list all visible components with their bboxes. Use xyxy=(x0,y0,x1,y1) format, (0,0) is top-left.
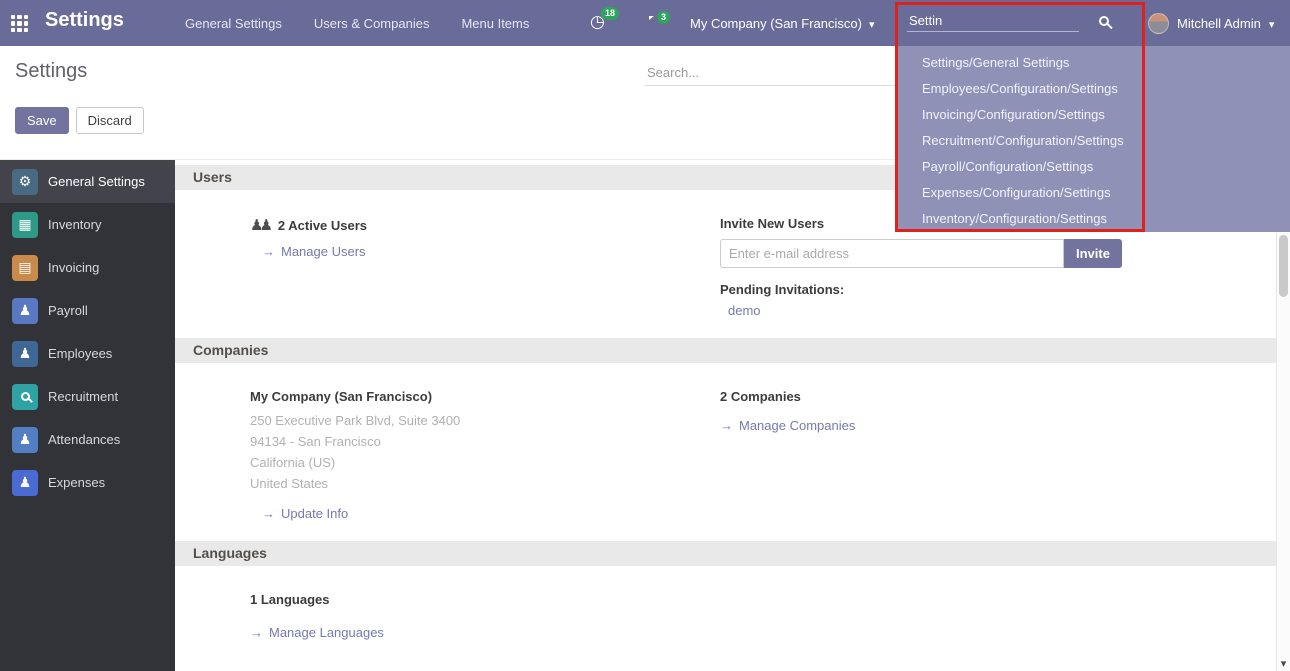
section-header-companies: Companies xyxy=(175,338,1276,363)
magnifier-person-icon xyxy=(12,384,38,410)
invite-email-input[interactable] xyxy=(720,239,1064,268)
sidebar-item-general-settings[interactable]: ⚙ General Settings xyxy=(0,160,175,203)
invoice-document-icon: ▤ xyxy=(12,255,38,281)
menu-search-input[interactable] xyxy=(907,10,1079,32)
address-line: United States xyxy=(250,473,720,494)
menu-search-result[interactable]: Settings/General Settings xyxy=(895,50,1290,76)
sidebar-item-recruitment[interactable]: Recruitment xyxy=(0,375,175,418)
menu-search-box xyxy=(895,0,1145,46)
update-info-link[interactable]: Update Info xyxy=(262,506,348,521)
sidebar-item-label: Recruitment xyxy=(48,389,118,404)
sidebar-item-label: Attendances xyxy=(48,432,120,447)
activities-badge: 18 xyxy=(601,7,619,20)
top-navbar: Settings General Settings Users & Compan… xyxy=(0,0,1290,46)
companies-left-column: My Company (San Francisco) 250 Executive… xyxy=(250,389,720,521)
sidebar-item-label: Employees xyxy=(48,346,112,361)
menu-menu-items[interactable]: Menu Items xyxy=(461,16,529,31)
menu-general-settings[interactable]: General Settings xyxy=(185,16,282,31)
chevron-down-icon xyxy=(1269,16,1275,31)
address-line: 250 Executive Park Blvd, Suite 3400 xyxy=(250,410,720,431)
user-menu[interactable]: Mitchell Admin xyxy=(1148,0,1274,46)
menu-search-result[interactable]: Inventory/Configuration/Settings xyxy=(895,206,1290,232)
boxes-icon: ▦ xyxy=(12,212,38,238)
section-languages: 1 Languages Manage Languages xyxy=(175,592,1276,640)
arrow-right-icon xyxy=(250,625,263,640)
languages-count: 1 Languages xyxy=(250,592,720,607)
sidebar-item-invoicing[interactable]: ▤ Invoicing xyxy=(0,246,175,289)
scrollbar-down-arrow[interactable] xyxy=(1277,655,1290,670)
activities-button[interactable]: 18 xyxy=(590,12,605,32)
manage-languages-link[interactable]: Manage Languages xyxy=(250,625,384,640)
breadcrumb: Settings xyxy=(15,60,87,83)
active-users-count: 2 Active Users xyxy=(278,218,367,233)
arrow-right-icon xyxy=(720,418,733,433)
users-left-column: 2 Active Users Manage Users xyxy=(250,216,720,318)
manage-companies-link[interactable]: Manage Companies xyxy=(720,418,855,433)
sidebar-item-payroll[interactable]: ♟ Payroll xyxy=(0,289,175,332)
avatar xyxy=(1148,13,1169,34)
app-title[interactable]: Settings xyxy=(45,9,124,32)
sidebar-item-employees[interactable]: ♟ Employees xyxy=(0,332,175,375)
company-address: 250 Executive Park Blvd, Suite 3400 9413… xyxy=(250,410,720,494)
action-buttons: Save Discard xyxy=(15,107,144,134)
chevron-down-icon xyxy=(869,16,875,31)
expense-person-icon: ♟ xyxy=(12,470,38,496)
invite-form: Invite xyxy=(720,239,1276,268)
menu-search-result[interactable]: Payroll/Configuration/Settings xyxy=(895,154,1290,180)
companies-count: 2 Companies xyxy=(720,389,1276,404)
company-switcher[interactable]: My Company (San Francisco) xyxy=(690,0,874,46)
payroll-person-icon: ♟ xyxy=(12,298,38,324)
search-icon[interactable] xyxy=(1099,16,1109,26)
section-companies: My Company (San Francisco) 250 Executive… xyxy=(175,389,1276,521)
sidebar-item-label: General Settings xyxy=(48,174,145,189)
topbar-menu: General Settings Users & Companies Menu … xyxy=(185,0,529,46)
companies-right-column: 2 Companies Manage Companies xyxy=(720,389,1276,521)
menu-users-companies[interactable]: Users & Companies xyxy=(314,16,430,31)
pending-user-link[interactable]: demo xyxy=(728,303,761,318)
address-line: 94134 - San Francisco xyxy=(250,431,720,452)
sidebar-item-inventory[interactable]: ▦ Inventory xyxy=(0,203,175,246)
save-button[interactable]: Save xyxy=(15,107,69,134)
user-name: Mitchell Admin xyxy=(1177,16,1261,31)
invite-button[interactable]: Invite xyxy=(1064,239,1122,268)
menu-search-result[interactable]: Invoicing/Configuration/Settings xyxy=(895,102,1290,128)
messages-badge: 3 xyxy=(657,11,670,24)
menu-search-result[interactable]: Employees/Configuration/Settings xyxy=(895,76,1290,102)
sidebar-item-expenses[interactable]: ♟ Expenses xyxy=(0,461,175,504)
employees-people-icon: ♟ xyxy=(12,341,38,367)
menu-search-result[interactable]: Expenses/Configuration/Settings xyxy=(895,180,1290,206)
attendance-person-icon: ♟ xyxy=(12,427,38,453)
sidebar-item-label: Payroll xyxy=(48,303,88,318)
scrollbar-thumb[interactable] xyxy=(1279,235,1288,297)
settings-content: Users 2 Active Users Manage Users Invite… xyxy=(175,160,1276,671)
languages-left-column: 1 Languages Manage Languages xyxy=(250,592,720,640)
section-header-languages: Languages xyxy=(175,541,1276,566)
discard-button[interactable]: Discard xyxy=(76,107,144,134)
sidebar-item-label: Invoicing xyxy=(48,260,99,275)
menu-search-dropdown: Settings/General Settings Employees/Conf… xyxy=(895,46,1290,232)
company-name: My Company (San Francisco) xyxy=(690,16,862,31)
menu-search-result[interactable]: Recruitment/Configuration/Settings xyxy=(895,128,1290,154)
vertical-scrollbar[interactable] xyxy=(1276,160,1290,671)
gear-icon: ⚙ xyxy=(12,169,38,195)
sidebar-item-label: Inventory xyxy=(48,217,101,232)
pending-invitations-label: Pending Invitations: xyxy=(720,282,1276,297)
apps-menu-icon[interactable] xyxy=(11,15,28,32)
manage-users-link[interactable]: Manage Users xyxy=(262,244,366,259)
arrow-right-icon xyxy=(262,244,275,259)
settings-sidebar: ⚙ General Settings ▦ Inventory ▤ Invoici… xyxy=(0,160,175,671)
company-name: My Company (San Francisco) xyxy=(250,389,720,404)
sidebar-item-attendances[interactable]: ♟ Attendances xyxy=(0,418,175,461)
arrow-right-icon xyxy=(262,506,275,521)
sidebar-item-label: Expenses xyxy=(48,475,105,490)
address-line: California (US) xyxy=(250,452,720,473)
users-group-icon xyxy=(250,216,269,234)
